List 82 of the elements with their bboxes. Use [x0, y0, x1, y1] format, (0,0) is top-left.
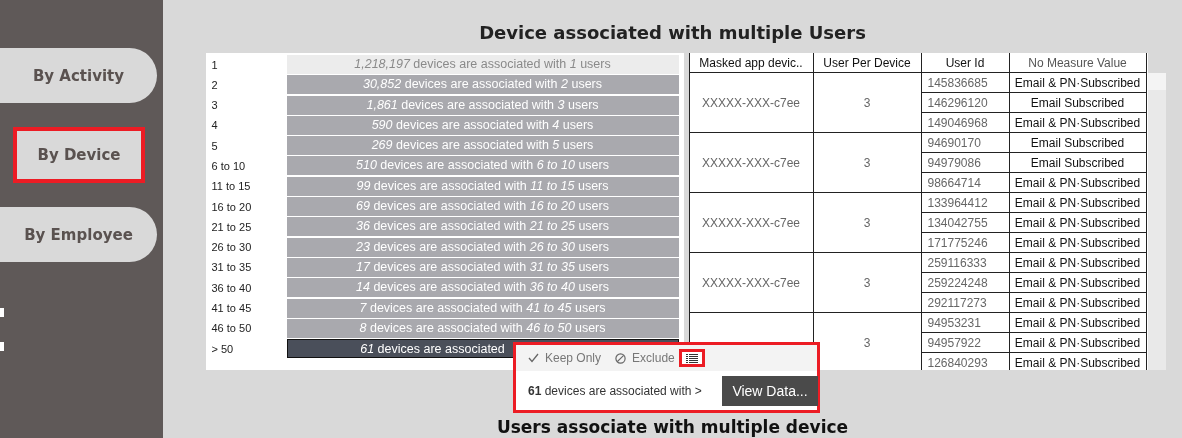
table-cell: Email & PN·Subscribed — [1009, 233, 1147, 253]
bar[interactable]: 14 devices are associated with 36 to 40 users — [286, 278, 679, 298]
bar[interactable]: 590 devices are associated with 4 users — [286, 115, 679, 135]
table-cell: 3 — [813, 193, 922, 253]
table-cell: Email Subscribed — [1009, 93, 1147, 113]
table-cell: Email & PN·Subscribed — [1009, 333, 1147, 353]
table-cell: XXXXX-XXX-c7ee — [689, 133, 814, 193]
row-label: 2 — [211, 78, 219, 91]
nav-button[interactable]: By Device — [13, 127, 145, 183]
table-cell: 3 — [813, 133, 922, 193]
table-cell: Email & PN·Subscribed — [1009, 213, 1147, 233]
table-cell: 3 — [813, 73, 922, 133]
row-label: 5 — [211, 139, 219, 152]
blocked-icon — [615, 352, 627, 364]
table-cell: Email Subscribed — [1009, 133, 1147, 153]
table-cell: 134042755 — [921, 213, 1010, 233]
bar[interactable]: 23 devices are associated with 26 to 30 users — [286, 237, 679, 257]
bar[interactable]: 1,218,197 devices are associated with 1 users — [286, 55, 679, 74]
check-icon — [528, 353, 539, 363]
section-title: Users associate with multiple device — [496, 417, 849, 437]
table-cell: 145836685 — [921, 73, 1010, 93]
table-cell: 98664714 — [921, 173, 1010, 193]
table-cell: XXXXX-XXX-c7ee — [689, 253, 814, 313]
table-cell: 126840293 — [921, 353, 1010, 370]
chart-title: Device associated with multiple Users — [479, 22, 866, 45]
bar[interactable]: 69 devices are associated with 16 to 20 users — [286, 197, 679, 217]
nav-button[interactable]: By Employee — [0, 207, 157, 262]
bar[interactable]: 17 devices are associated with 31 to 35 users — [286, 257, 679, 277]
table-cell: Email & PN·Subscribed — [1009, 253, 1147, 273]
bar[interactable]: 510 devices are associated with 6 to 10 users — [286, 156, 679, 176]
bar[interactable]: 1,861 devices are associated with 3 users — [286, 95, 679, 115]
table-cell: 149046968 — [921, 113, 1010, 133]
table-cell: Email & PN·Subscribed — [1009, 313, 1147, 333]
row-label: 41 to 45 — [211, 302, 253, 315]
table-cell: 94953231 — [921, 313, 1010, 333]
tooltip-text: 61 devices are associated with > — [528, 383, 702, 398]
table-cell: XXXXX-XXX-c7ee — [689, 73, 814, 133]
table-cell: Email & PN·Subscribed — [1009, 173, 1147, 193]
row-label: > 50 — [211, 342, 235, 355]
table-cell: Email & PN·Subscribed — [1009, 193, 1147, 213]
bar[interactable]: 36 devices are associated with 21 to 25 users — [286, 217, 679, 237]
table-cell: 259224248 — [921, 273, 1010, 293]
table-cell: 3 — [813, 253, 922, 313]
bar[interactable]: 99 devices are associated with 11 to 15 users — [286, 176, 679, 196]
table-cell: 171775246 — [921, 233, 1010, 253]
row-label: 1 — [211, 58, 219, 71]
table-cell: 133964412 — [921, 193, 1010, 213]
table-cell: 259116333 — [921, 253, 1010, 273]
list-icon — [685, 353, 698, 363]
bar[interactable]: 30,852 devices are associated with 2 users — [286, 75, 679, 95]
table-cell: 292117273 — [921, 293, 1010, 313]
row-label: 46 to 50 — [211, 322, 253, 335]
row-label: 16 to 20 — [211, 200, 253, 213]
table-cell: Email & PN·Subscribed — [1009, 113, 1147, 133]
table-cell: 146296120 — [921, 93, 1010, 113]
table-cell: 94690170 — [921, 133, 1010, 153]
row-label: 4 — [211, 119, 219, 132]
column-header: No Measure Value — [1009, 53, 1147, 73]
row-label: 21 to 25 — [211, 220, 253, 233]
table-cell: 94979086 — [921, 153, 1010, 173]
table-cell: Email & PN·Subscribed — [1009, 293, 1147, 313]
table-cell: Email Subscribed — [1009, 153, 1147, 173]
view-data-grid-button[interactable] — [678, 349, 705, 367]
view-data-button[interactable]: View Data... — [722, 375, 818, 406]
bar[interactable]: 8 devices are associated with 46 to 50 users — [286, 318, 679, 338]
column-header: User Per Device — [813, 53, 922, 73]
bar[interactable]: 7 devices are associated with 41 to 45 users — [286, 298, 679, 318]
row-label: 31 to 35 — [211, 261, 253, 274]
row-label: 3 — [211, 99, 219, 112]
row-label: 36 to 40 — [211, 281, 253, 294]
column-header: Masked app devic.. — [689, 53, 814, 73]
row-label: 6 to 10 — [211, 160, 247, 172]
column-header: User Id — [921, 53, 1010, 73]
table-cell: XXXXX-XXX-c7ee — [689, 193, 814, 253]
bar[interactable]: 269 devices are associated with 5 users — [286, 136, 679, 156]
table-cell: Email & PN·Subscribed — [1009, 73, 1147, 93]
table-cell: Email & PN·Subscribed — [1009, 273, 1147, 293]
row-label: 26 to 30 — [211, 241, 253, 254]
table-cell: Email & PN·Subscribed — [1009, 353, 1147, 370]
nav-button[interactable]: By Activity — [0, 48, 157, 103]
table-cell: 94957922 — [921, 333, 1010, 353]
row-label: 11 to 15 — [211, 180, 252, 193]
